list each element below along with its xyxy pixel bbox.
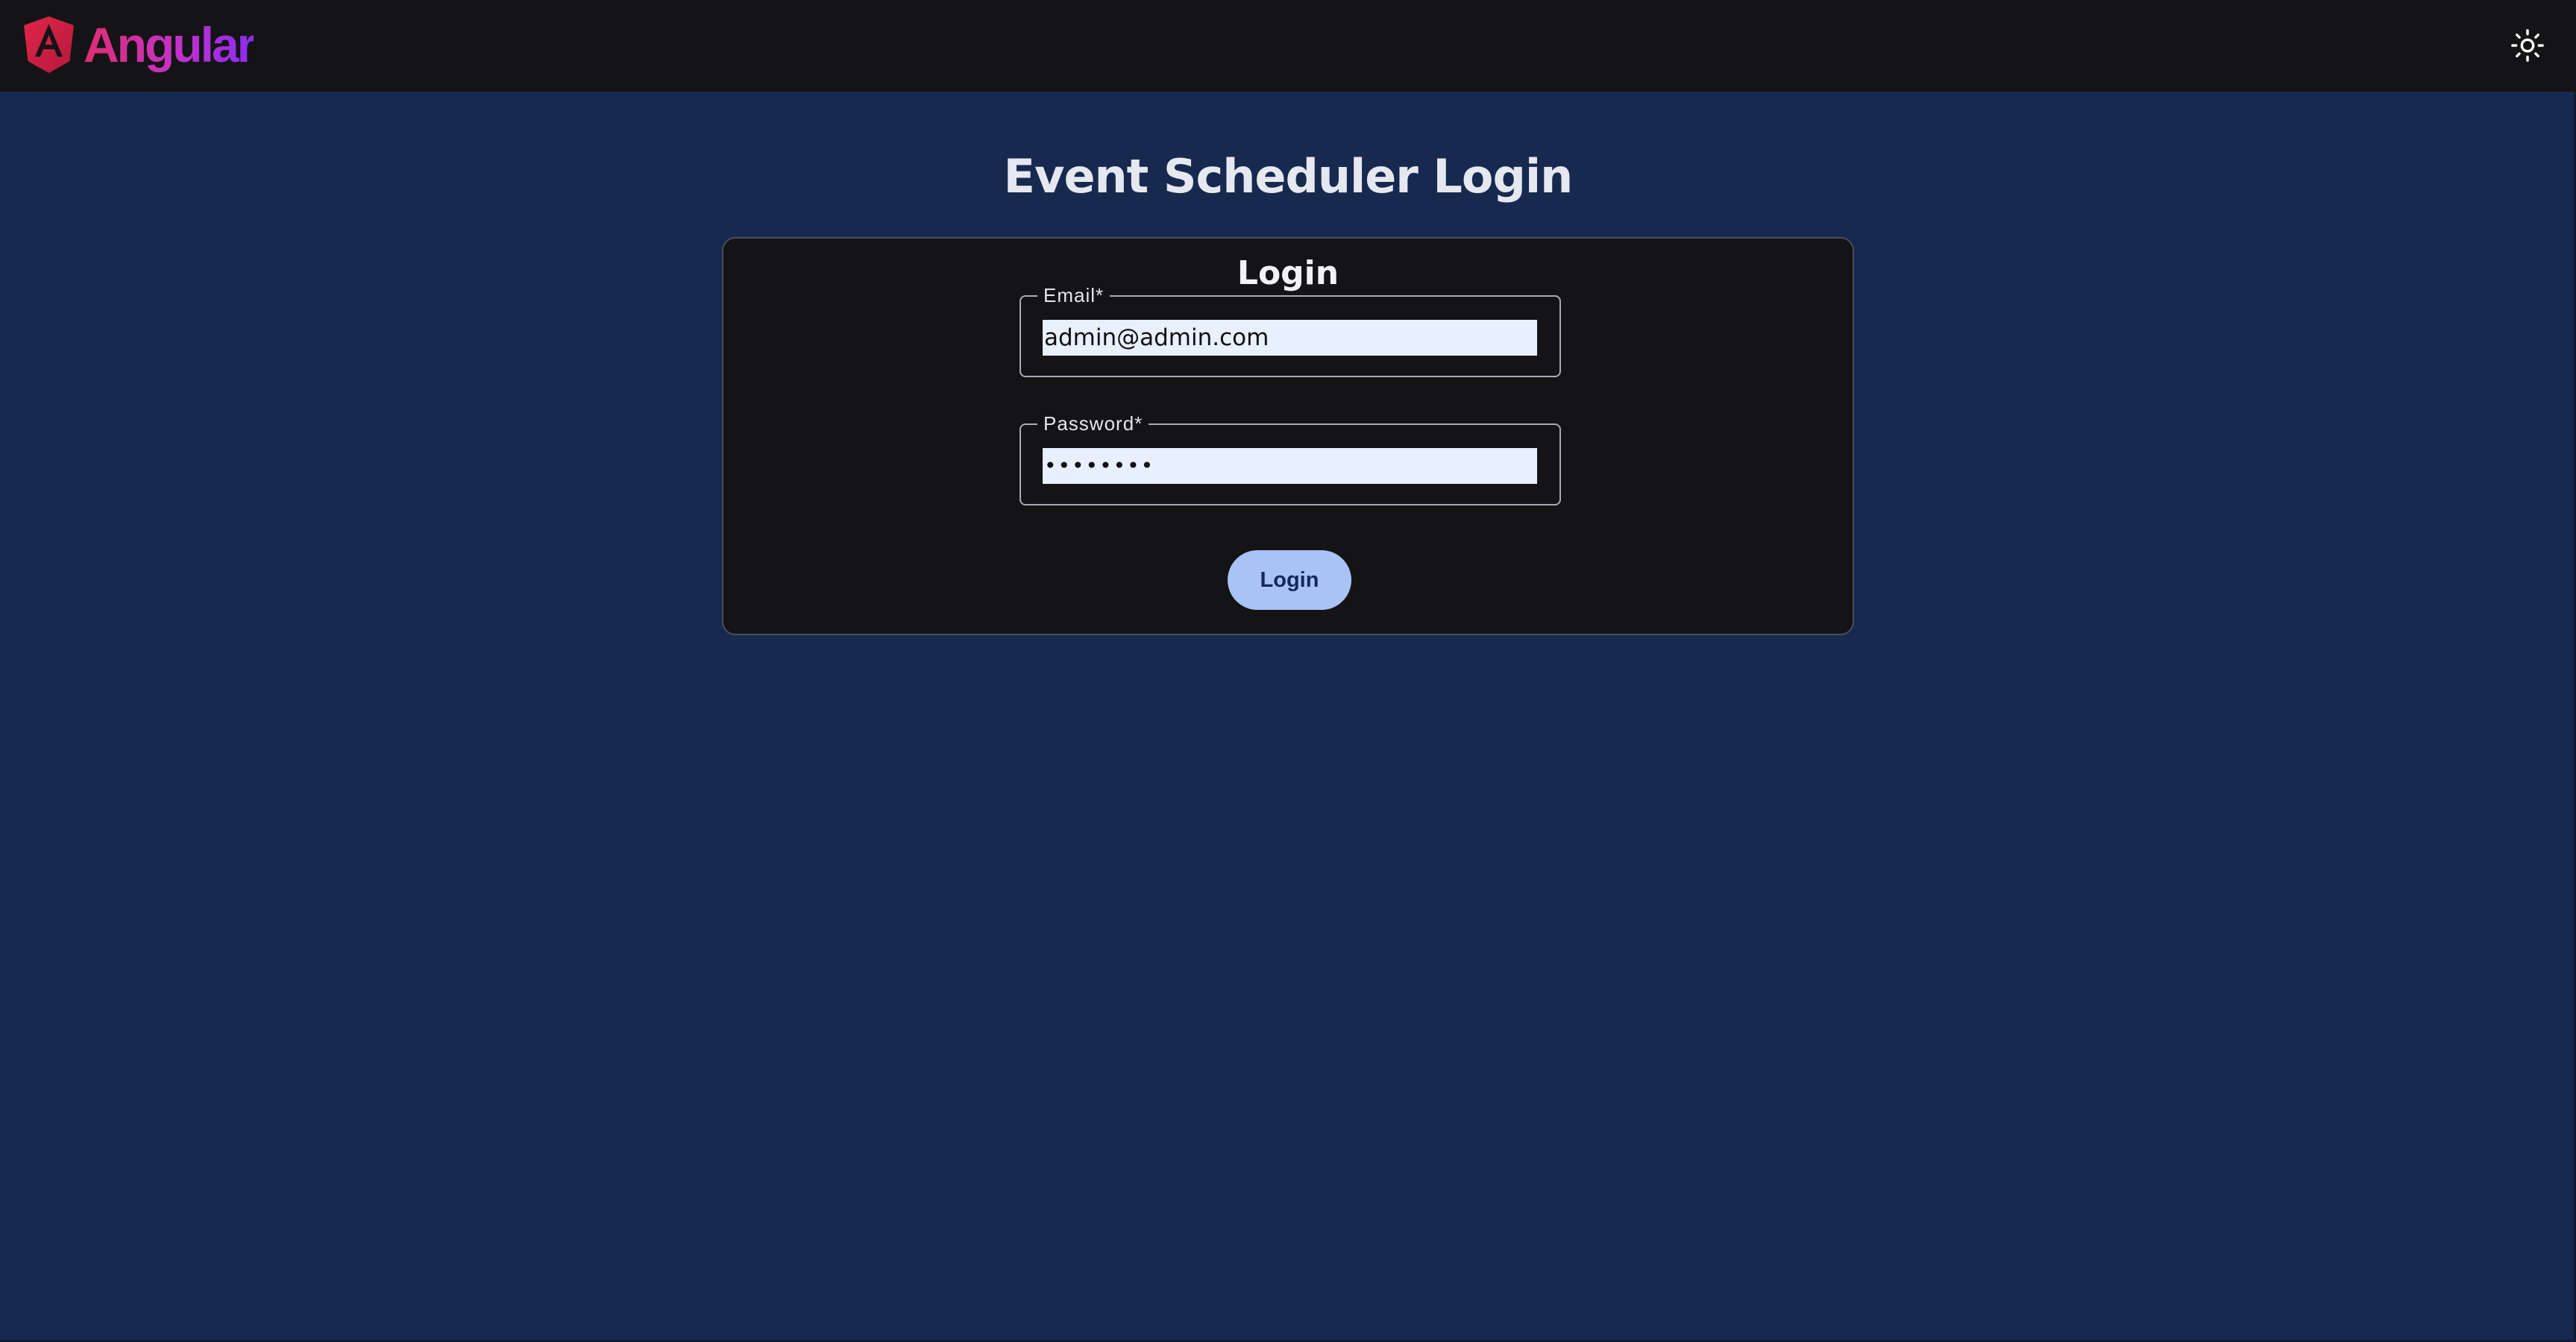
angular-logo-icon <box>24 16 74 73</box>
theme-toggle-button[interactable] <box>2504 22 2551 69</box>
email-field-label: Email* <box>1037 282 1110 309</box>
email-field: Email* admin@admin.com <box>1020 282 1561 377</box>
brand-text: Angular <box>84 15 256 75</box>
sun-icon <box>2511 29 2544 62</box>
login-card: Login Email* admin@admin.com Password* •… <box>722 237 1854 635</box>
email-input[interactable]: admin@admin.com <box>1043 320 1537 356</box>
password-input[interactable]: •••••••• <box>1043 448 1537 484</box>
page-title: Event Scheduler Login <box>1003 149 1574 204</box>
top-toolbar: Angular <box>0 0 2576 92</box>
password-field-label: Password* <box>1037 410 1149 437</box>
app-frame: Angular Event Scheduler Login Login Emai… <box>0 0 2576 1342</box>
login-button[interactable]: Login <box>1228 550 1351 610</box>
brand-link[interactable]: Angular <box>22 15 256 75</box>
password-field: Password* •••••••• <box>1020 410 1561 505</box>
